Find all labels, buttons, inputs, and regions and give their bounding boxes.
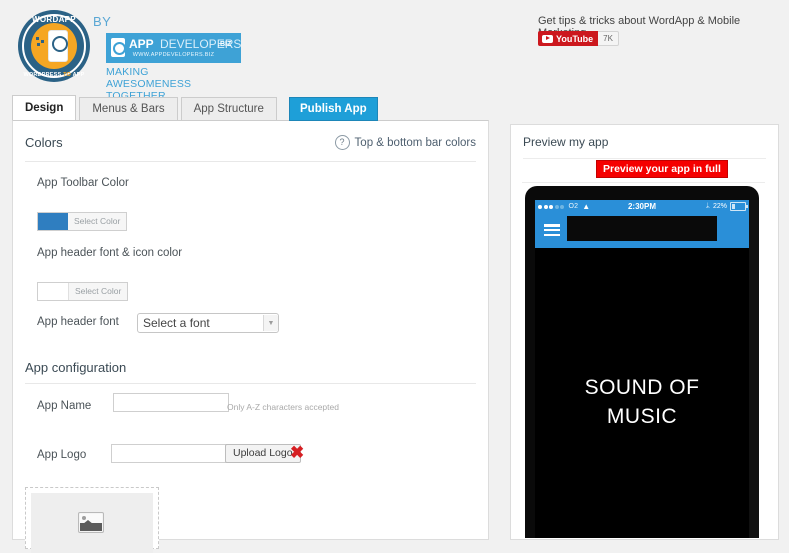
phone-screen: O2 ▲ 2:30PM ᛦ 22% SOUND OF MUSIC: [535, 200, 749, 538]
phone-content: SOUND OF MUSIC: [535, 248, 749, 538]
app-name-hint: Only A-Z characters accepted: [227, 402, 339, 412]
help-label: Top & bottom bar colors: [354, 136, 476, 149]
config-divider: [25, 383, 476, 384]
banner-word-app: APP: [129, 37, 154, 51]
publish-app-button[interactable]: Publish App: [289, 97, 378, 121]
phone-preview: O2 ▲ 2:30PM ᛦ 22% SOUND OF MUSIC: [525, 186, 759, 538]
logo-by-text: BY: [93, 14, 112, 29]
app-toolbar-color-picker[interactable]: Select Color: [37, 212, 128, 231]
preview-panel-title: Preview my app: [523, 135, 609, 149]
app-logo-label: App Logo: [37, 449, 87, 461]
splash-line-2: MUSIC: [606, 405, 678, 428]
splash-text: SOUND OF MUSIC: [535, 373, 749, 431]
colors-section-title: Colors: [25, 135, 63, 150]
logo-dropzone[interactable]: [25, 487, 159, 553]
app-bar-logo-placeholder: [567, 216, 717, 241]
chevron-down-icon[interactable]: ▼: [263, 315, 278, 331]
preview-divider-2: [522, 182, 765, 183]
youtube-subscribe[interactable]: YouTube 7K: [538, 31, 619, 46]
badge-bottom-text: WORDPRESS TO APP: [23, 72, 85, 78]
app-header-font-label: App header font: [37, 316, 119, 328]
app-toolbar-color-label: App Toolbar Color: [37, 177, 129, 189]
app-header-font-color-label: App header font & icon color: [37, 247, 183, 259]
youtube-play-icon: [542, 34, 553, 43]
app-name-label: App Name: [37, 400, 92, 412]
font-select-value: Select a font: [143, 316, 210, 330]
question-circle-icon: ?: [334, 135, 350, 150]
status-right: ᛦ 22%: [705, 202, 748, 211]
battery-icon: [730, 202, 748, 211]
phone-bezel-right: [749, 200, 759, 538]
red-x-icon[interactable]: ✖: [290, 444, 304, 461]
app-name-input[interactable]: [113, 393, 229, 412]
toolbar-select-color-label: Select Color: [74, 216, 121, 226]
header-font-select-color-label: Select Color: [75, 286, 122, 296]
splash-line-1: SOUND OF: [584, 376, 700, 399]
hamburger-menu-icon[interactable]: [544, 224, 560, 237]
tab-bar: Design Menus & Bars App Structure: [12, 95, 280, 120]
broken-image-icon: [78, 512, 104, 533]
banner-url: WWW.APPDEVELOPERS.BIZ: [132, 52, 215, 58]
preview-divider: [523, 158, 766, 159]
youtube-button[interactable]: YouTube: [538, 31, 599, 46]
section-divider: [25, 161, 476, 162]
preview-full-button[interactable]: Preview your app in full: [596, 160, 728, 178]
banner-word-biz: .BIZ: [218, 41, 232, 48]
app-header-font-color-picker[interactable]: Select Color: [37, 282, 129, 301]
tab-design[interactable]: Design: [12, 95, 77, 120]
tab-app-structure[interactable]: App Structure: [180, 97, 277, 120]
app-logo-input[interactable]: [111, 444, 227, 463]
youtube-label: YouTube: [556, 33, 594, 44]
app-configuration-title: App configuration: [25, 360, 127, 375]
design-panel: Colors ? Top & bottom bar colors App Too…: [12, 120, 489, 540]
wordapp-badge-icon: WORDAPP WORDPRESS TO APP: [18, 10, 90, 82]
phone-app-bar: [535, 214, 749, 248]
toolbar-color-swatch[interactable]: [38, 213, 68, 230]
page-header: WORDAPP WORDPRESS TO APP BY APP DEVELOPE…: [0, 0, 789, 102]
app-page: WORDAPP WORDPRESS TO APP BY APP DEVELOPE…: [0, 0, 789, 553]
tab-menus-and-bars[interactable]: Menus & Bars: [79, 97, 178, 120]
battery-percent: 22%: [712, 203, 727, 210]
bluetooth-icon: ᛦ: [705, 203, 710, 210]
header-font-color-swatch[interactable]: [38, 283, 69, 300]
wordapp-logo[interactable]: WORDAPP WORDPRESS TO APP BY APP DEVELOPE…: [18, 6, 241, 102]
youtube-subscriber-count: 7K: [598, 31, 619, 46]
phone-status-bar: O2 ▲ 2:30PM ᛦ 22%: [535, 200, 749, 214]
app-header-font-select[interactable]: Select a font ▼: [137, 313, 279, 333]
top-bottom-bar-colors-help[interactable]: ? Top & bottom bar colors: [334, 135, 476, 150]
appdevelopers-banner: APP DEVELOPERS .BIZ WWW.APPDEVELOPERS.BI…: [106, 33, 241, 63]
